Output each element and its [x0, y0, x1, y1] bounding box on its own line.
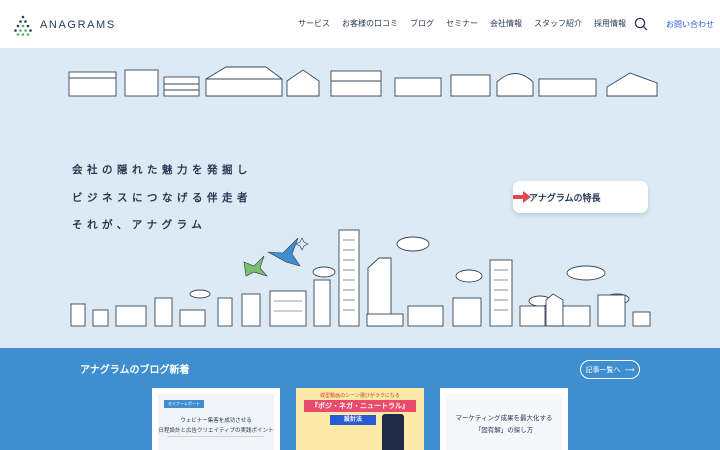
card-category-tag: セミナーレポート — [164, 400, 204, 408]
blog-card[interactable]: マーケティング成果を最大化する 「固有解」の探し方 — [440, 388, 568, 450]
nav-recruit[interactable]: 採用情報 — [594, 18, 626, 29]
site-header: ANAGRAMS サービス お客様の口コミ ブログ セミナー 会社情報 スタッフ… — [0, 0, 720, 48]
logo-mark-icon — [14, 15, 32, 36]
search-icon[interactable] — [634, 17, 648, 31]
card-banner: 『ポジ・ネガ・ニュートラル』 — [304, 400, 416, 412]
blog-card[interactable]: セミナーレポート ウェビナー集客を成功させる 日程設計と広告クリエイティブの実践… — [152, 388, 280, 450]
smartphone-icon — [382, 414, 404, 450]
arrow-right-icon — [513, 191, 531, 203]
card-headline: 縦型動画のシーン選びがラクになる — [320, 393, 400, 399]
nav-company[interactable]: 会社情報 — [490, 18, 522, 29]
card-subtitle: 設計法 — [330, 415, 376, 425]
card-title-line1: ウェビナー集客を成功させる — [180, 418, 252, 424]
all-posts-button[interactable]: 記事一覧へ ⟶ — [580, 360, 640, 379]
blog-card[interactable]: 縦型動画のシーン選びがラクになる 『ポジ・ネガ・ニュートラル』 設計法 — [296, 388, 424, 450]
blog-card-thumbnail: セミナーレポート ウェビナー集客を成功させる 日程設計と広告クリエイティブの実践… — [158, 394, 274, 450]
contact-link[interactable]: お問い合わせ — [666, 19, 714, 30]
features-button-label: アナグラムの特長 — [529, 193, 601, 204]
main-nav: サービス お客様の口コミ ブログ セミナー 会社情報 スタッフ紹介 採用情報 — [298, 18, 626, 29]
nav-seminar[interactable]: セミナー — [446, 18, 478, 29]
card-title-line1: マーケティング成果を最大化する — [455, 414, 553, 422]
logo[interactable]: ANAGRAMS — [12, 14, 116, 36]
nav-reviews[interactable]: お客様の口コミ — [342, 18, 398, 29]
hero-section: 会社の隠れた魅力を発掘し ビジネスにつなげる伴走者 それが、アナグラム アナグラ… — [0, 48, 720, 348]
nav-services[interactable]: サービス — [298, 18, 330, 29]
hero-tagline-line1: 会社の隠れた魅力を発掘し — [72, 164, 252, 176]
blog-card-thumbnail: マーケティング成果を最大化する 「固有解」の探し方 — [446, 394, 562, 450]
card-title-line2: 日程設計と広告クリエイティブの実践ポイント — [158, 428, 274, 434]
blog-section: アナグラムのブログ新着 記事一覧へ ⟶ セミナーレポート ウェビナー集客を成功さ… — [0, 348, 720, 450]
blue-bird-icon — [267, 237, 301, 267]
logo-text: ANAGRAMS — [40, 19, 116, 31]
nav-blog[interactable]: ブログ — [410, 18, 434, 29]
hero-tagline-line3: それが、アナグラム — [72, 219, 207, 231]
all-posts-label: 記事一覧へ — [585, 365, 621, 374]
sparkle-icon — [295, 237, 309, 251]
blog-section-title: アナグラムのブログ新着 — [80, 365, 190, 376]
card-title-line2: 「固有解」の探し方 — [474, 426, 534, 434]
green-bird-icon — [243, 255, 268, 277]
arrow-right-icon: ⟶ — [624, 365, 635, 374]
features-button[interactable]: アナグラムの特長 — [513, 181, 648, 213]
nav-staff[interactable]: スタッフ紹介 — [534, 18, 582, 29]
hero-tagline-line2: ビジネスにつなげる伴走者 — [72, 192, 252, 204]
divider — [168, 436, 264, 437]
